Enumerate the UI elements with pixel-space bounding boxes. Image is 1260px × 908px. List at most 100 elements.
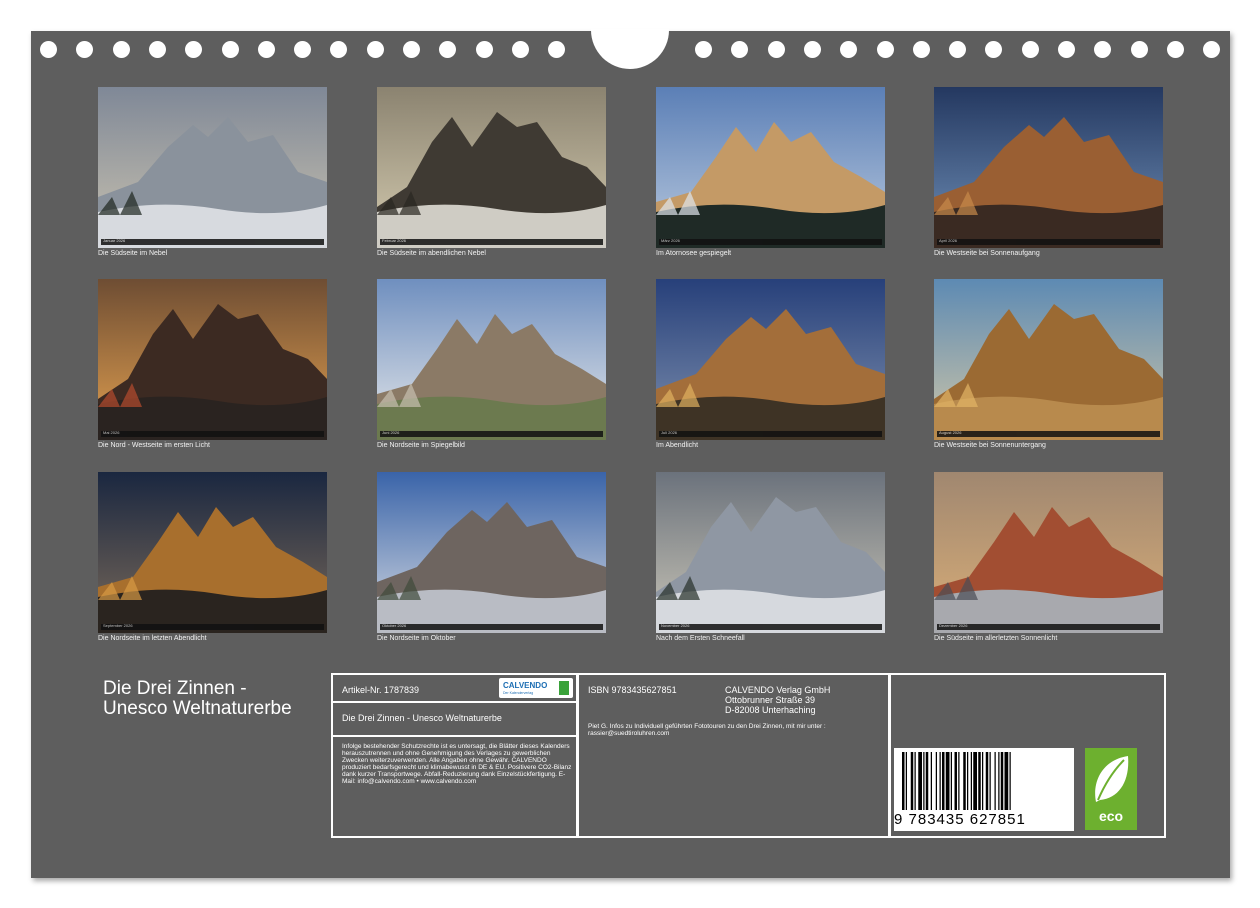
barcode-bar — [905, 752, 907, 810]
month-caption: Die Nordseite im Spiegelbild — [377, 442, 465, 449]
binding-hole — [1094, 41, 1112, 58]
month-caption: Die Nordseite im letzten Abendlicht — [98, 635, 207, 642]
calendar-back-sheet: Januar 2026 Die Südseite im Nebel Februar … — [31, 29, 1230, 878]
barcode-bar — [902, 752, 905, 810]
month-calendar-strip: Juli 2026 — [659, 430, 882, 437]
binding-hole — [731, 41, 749, 58]
month-caption: Die Südseite im allerletzten Sonnenlicht — [934, 635, 1058, 642]
month-photo: Januar 2026 — [98, 87, 327, 248]
barcode-bar — [973, 752, 977, 810]
barcode-bar — [918, 752, 922, 810]
barcode-bar — [982, 752, 984, 810]
barcode-bar — [978, 752, 981, 810]
hanger-notch — [591, 29, 669, 69]
publisher-name: CALVENDO Verlag GmbH — [725, 685, 831, 695]
month-photo: Oktober 2026 — [377, 472, 606, 633]
divider — [331, 701, 578, 703]
barcode-bar — [954, 752, 957, 810]
month-name: Juli 2026 — [661, 430, 678, 435]
binding-hole — [1166, 41, 1184, 58]
divider — [331, 735, 578, 737]
eco-badge: eco — [1085, 748, 1137, 830]
calvendo-logo-icon — [559, 681, 569, 695]
binding-hole — [1058, 41, 1075, 58]
month-caption: Im Abendlicht — [656, 442, 699, 449]
binding-hole — [330, 41, 348, 58]
barcode-bar — [1000, 752, 1004, 810]
month-name: Dezember 2026 — [939, 623, 968, 628]
barcode-bar — [1004, 752, 1009, 810]
barcode-bar — [985, 752, 989, 810]
barcode-digits: 9 783435 627851 — [894, 811, 1026, 828]
leaf-icon — [1095, 756, 1129, 802]
month-name: Mai 2026 — [103, 430, 120, 435]
month-caption: Nach dem Ersten Schneefall — [656, 635, 745, 642]
barcode-bar — [945, 752, 950, 810]
binding-hole — [40, 41, 57, 58]
month-name: Juni 2026 — [382, 430, 400, 435]
barcode-bar — [930, 752, 932, 810]
binding-hole — [112, 41, 130, 58]
binding-hole — [403, 41, 420, 58]
barcode-bar — [998, 752, 1000, 810]
month-photo: Dezember 2026 — [934, 472, 1163, 633]
month-calendar-strip: Dezember 2026 — [937, 623, 1160, 630]
barcode-bar — [970, 752, 972, 810]
publisher-city: D-82008 Unterhaching — [725, 705, 816, 715]
month-name: März 2026 — [661, 238, 680, 243]
barcode-bar — [925, 752, 929, 810]
barcode-bar — [939, 752, 941, 810]
month-photo: Mai 2026 — [98, 279, 327, 440]
binding-hole — [695, 41, 712, 58]
month-caption: Die Südseite im abendlichen Nebel — [377, 250, 486, 257]
binding-hole — [1021, 41, 1039, 58]
isbn: ISBN 9783435627851 — [588, 685, 677, 695]
article-number: Artikel-Nr. 1787839 — [342, 685, 420, 695]
binding-hole — [1130, 41, 1148, 58]
month-calendar-strip: August 2026 — [937, 430, 1160, 437]
month-calendar-strip: Juni 2026 — [380, 430, 603, 437]
barcode-bar — [910, 752, 914, 810]
binding-hole — [257, 41, 275, 58]
binding-hole — [548, 41, 566, 58]
month-name: November 2026 — [661, 623, 690, 628]
binding-hole — [294, 41, 312, 58]
binding-hole — [148, 41, 166, 58]
month-calendar-strip: Mai 2026 — [101, 430, 324, 437]
binding-hole — [185, 41, 203, 58]
binding-hole — [1203, 41, 1221, 58]
month-calendar-strip: März 2026 — [659, 238, 882, 245]
binding-hole — [511, 41, 529, 58]
binding-hole — [949, 41, 967, 58]
binding-hole — [366, 41, 384, 58]
calendar-name: Die Drei Zinnen - Unesco Weltnaturerbe — [342, 713, 502, 723]
barcode-bar — [935, 752, 937, 810]
month-calendar-strip: Oktober 2026 — [380, 623, 603, 630]
title-line-1: Die Drei Zinnen - — [103, 678, 247, 699]
binding-hole — [767, 41, 785, 58]
calvendo-logo: CALVENDO Der Kalenderverlag — [499, 678, 573, 698]
legal-text: Infolge bestehender Schutzrechte ist es … — [342, 743, 572, 785]
month-name: August 2026 — [939, 430, 962, 435]
info-panel: Artikel-Nr. 1787839 CALVENDO Der Kalende… — [331, 673, 1166, 838]
binding-hole — [876, 41, 894, 58]
month-caption: Die Südseite im Nebel — [98, 250, 168, 257]
month-photo: November 2026 — [656, 472, 885, 633]
month-calendar-strip: April 2026 — [937, 238, 1160, 245]
barcode-bar — [942, 752, 945, 810]
month-caption: Die Westseite bei Sonnenuntergang — [934, 442, 1046, 449]
calendar-title: Die Drei Zinnen - Unesco Weltnaturerbe — [103, 679, 292, 719]
month-calendar-strip: Januar 2026 — [101, 238, 324, 245]
month-calendar-strip: September 2026 — [101, 623, 324, 630]
month-name: Februar 2026 — [382, 238, 407, 243]
publisher-box: ISBN 9783435627851 CALVENDO Verlag GmbH … — [577, 673, 890, 838]
barcode-bar — [1009, 752, 1011, 810]
binding-hole — [439, 41, 457, 58]
month-caption: Die Nord - Westseite im ersten Licht — [98, 442, 210, 449]
month-photo: April 2026 — [934, 87, 1163, 248]
barcode-bar — [994, 752, 996, 810]
binding-hole — [840, 41, 858, 58]
month-caption: Die Westseite bei Sonnenaufgang — [934, 250, 1040, 257]
binding-hole — [221, 41, 239, 58]
month-name: Oktober 2026 — [382, 623, 407, 628]
